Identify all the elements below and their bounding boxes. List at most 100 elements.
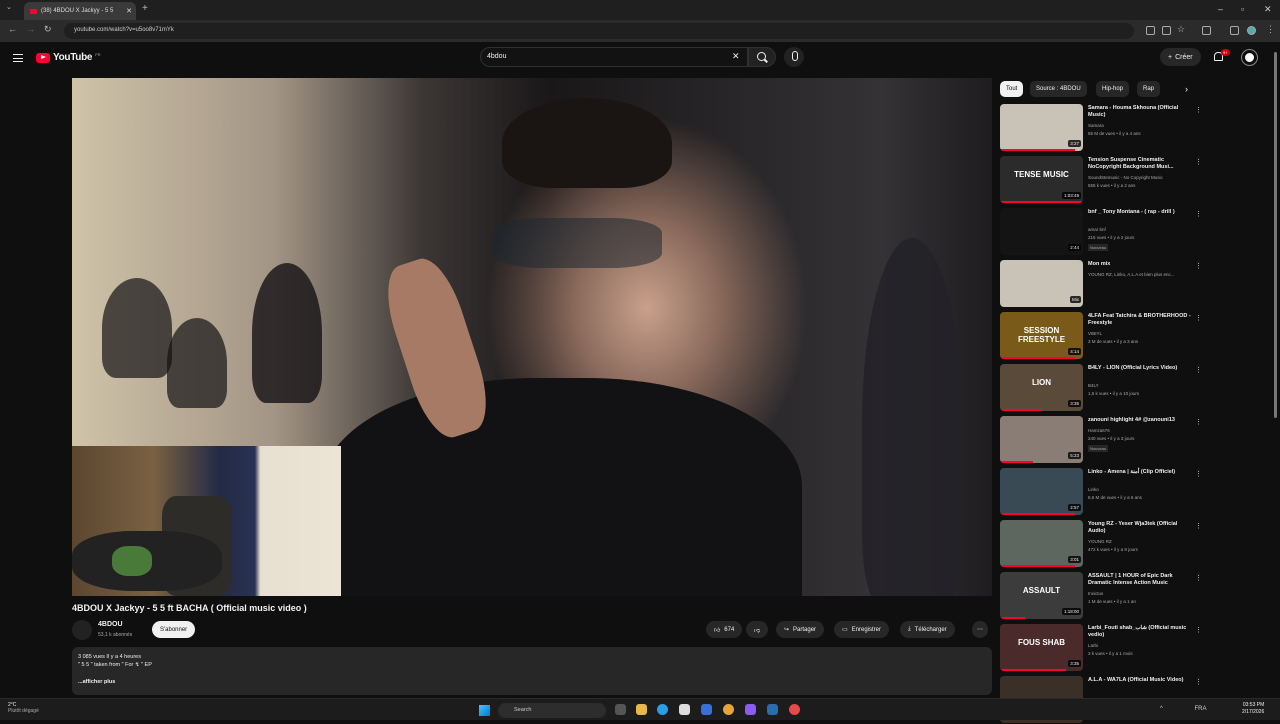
clear-search-icon[interactable]: ✕	[732, 51, 740, 62]
video-thumbnail[interactable]: Mix	[1000, 260, 1083, 307]
dislike-button[interactable]: 👎︎	[746, 621, 769, 638]
search-button[interactable]	[748, 47, 776, 67]
recommendation-item[interactable]: SESSION FREESTYLE 4:14 4LFA Feat Tatchira …	[1000, 312, 1212, 360]
reload-icon[interactable]: ↻	[44, 24, 52, 35]
video-player[interactable]	[72, 78, 992, 596]
recommendation-title[interactable]: ASSAULT | 1 HOUR of Epic Dark Dramatic I…	[1088, 573, 1192, 587]
recommendation-channel[interactable]: VIBIYL	[1088, 331, 1102, 336]
chip-all[interactable]: Tout	[1000, 81, 1024, 97]
video-thumbnail[interactable]: TENSE MUSIC 1:03:49	[1000, 156, 1083, 203]
back-icon[interactable]: ←	[8, 24, 17, 34]
recommendation-item[interactable]: TENSE MUSIC 1:03:49 Tension Suspense Cinem…	[1000, 156, 1212, 204]
more-options-icon[interactable]: ⋮	[1195, 626, 1202, 634]
weather-widget[interactable]: 2°C Plutôt dégagé	[8, 702, 39, 714]
recommendation-channel[interactable]: YOUNG RZ, Linko, A.L.A et bien plus enc.…	[1088, 272, 1175, 277]
search-input[interactable]: 4bdou	[480, 47, 748, 67]
steam-icon[interactable]	[767, 704, 778, 715]
recommendation-title[interactable]: B4LY - LION (Official Lyrics Video)	[1088, 365, 1192, 372]
tray-chevron-icon[interactable]: ^	[1160, 706, 1163, 712]
recommendation-item[interactable]: 3:01 Young RZ - Yeser Wja3tek (Official A…	[1000, 520, 1212, 568]
recommendation-title[interactable]: bnf _ Tony Montana - ( rap - drill )	[1088, 209, 1192, 216]
chips-next-icon[interactable]: ›	[1185, 84, 1188, 94]
app-icon[interactable]	[745, 704, 756, 715]
recommendation-item[interactable]: 2:57 Linko - Amena | أمنة (Clip Officiel)…	[1000, 468, 1212, 516]
extensions-icon[interactable]	[1202, 26, 1211, 35]
more-options-icon[interactable]: ⋮	[1195, 678, 1202, 686]
recommendation-channel[interactable]: amar bnf	[1088, 227, 1106, 232]
forward-icon[interactable]: →	[26, 24, 35, 34]
scrollbar-thumb[interactable]	[1274, 52, 1277, 418]
more-options-icon[interactable]: ⋮	[1195, 210, 1202, 218]
tab-search-icon[interactable]: ⌄	[6, 3, 12, 11]
recommendation-channel[interactable]: Samara	[1088, 123, 1104, 128]
video-thumbnail[interactable]: 2:57	[1000, 468, 1083, 515]
url-input[interactable]: youtube.com/watch?v=u5oo8v71mYk	[64, 23, 1134, 39]
video-thumbnail[interactable]: 2:44	[1000, 208, 1083, 255]
taskbar-search[interactable]: Search	[498, 703, 606, 718]
more-options-icon[interactable]: ⋮	[1195, 418, 1202, 426]
channel-name[interactable]: 4BDOU	[98, 621, 123, 628]
recommendation-item[interactable]: 5:23 zanouni highlight 4# @zanouni13 Hamza…	[1000, 416, 1212, 464]
chip-rap[interactable]: Rap	[1137, 81, 1161, 97]
more-options-icon[interactable]: ⋮	[1195, 314, 1202, 322]
recommendation-title[interactable]: Samara - Houma Skhouna (Official Music)	[1088, 105, 1192, 119]
recommendation-item[interactable]: Mix Mon mix YOUNG RZ, Linko, A.L.A et bien…	[1000, 260, 1212, 308]
file-explorer-icon[interactable]	[636, 704, 647, 715]
minimize-icon[interactable]: –	[1218, 4, 1223, 14]
recommendation-channel[interactable]: Hamza676	[1088, 428, 1110, 433]
recommendation-channel[interactable]: B4LY	[1088, 383, 1099, 388]
start-button[interactable]	[479, 705, 490, 716]
more-options-icon[interactable]: ⋮	[1195, 366, 1202, 374]
new-tab-icon[interactable]: +	[142, 3, 148, 14]
recommendation-item[interactable]: 3:27 Samara - Houma Skhouna (Official Mus…	[1000, 104, 1212, 152]
recommendation-channel[interactable]: Larbi	[1088, 643, 1098, 648]
more-options-icon[interactable]: ⋮	[1195, 522, 1202, 530]
recommendation-title[interactable]: Tension Suspense Cinematic NoCopyright B…	[1088, 157, 1192, 171]
download-button[interactable]: ⤓ Télécharger	[900, 621, 955, 638]
more-options-icon[interactable]: ⋮	[1195, 470, 1202, 478]
recommendation-title[interactable]: Mon mix	[1088, 261, 1192, 268]
recommendation-item[interactable]: ASSAULT 1:18:00 ASSAULT | 1 HOUR of Epic D…	[1000, 572, 1212, 620]
account-avatar[interactable]	[1242, 50, 1257, 65]
more-options-icon[interactable]: ⋮	[1195, 574, 1202, 582]
translate-icon[interactable]	[1146, 26, 1155, 35]
video-thumbnail[interactable]: ASSAULT 1:18:00	[1000, 572, 1083, 619]
video-thumbnail[interactable]: 5:23	[1000, 416, 1083, 463]
subscribe-button[interactable]: S'abonner	[152, 621, 196, 638]
like-button[interactable]: 👍︎ 674	[706, 621, 743, 638]
create-button[interactable]: + Créer	[1160, 48, 1201, 66]
language-indicator[interactable]: FRA	[1195, 706, 1207, 712]
system-tray[interactable]: ^ FRA	[1160, 706, 1207, 712]
browser-menu-icon[interactable]: ⋮	[1266, 24, 1275, 35]
downloads-icon[interactable]	[1230, 26, 1239, 35]
recommendation-channel[interactable]: SoundStemusic - No Copyright Music	[1088, 175, 1163, 180]
profile-icon[interactable]	[1247, 26, 1256, 35]
cast-icon[interactable]	[1162, 26, 1171, 35]
hamburger-menu-icon[interactable]	[13, 54, 23, 62]
more-actions-button[interactable]: ⋯	[972, 621, 988, 638]
recommendation-title[interactable]: Young RZ - Yeser Wja3tek (Official Audio…	[1088, 521, 1192, 535]
store-icon[interactable]	[679, 704, 690, 715]
close-window-icon[interactable]: ✕	[1264, 4, 1272, 15]
chip-hiphop[interactable]: Hip-hop	[1096, 81, 1130, 97]
youtube-logo[interactable]: YouTube FR	[36, 52, 101, 63]
video-thumbnail[interactable]: SESSION FREESTYLE 4:14	[1000, 312, 1083, 359]
browser-tab[interactable]: (38) 4BDOU X Jackyy - 5 5 ✕	[24, 2, 136, 20]
recording-app-icon[interactable]	[789, 704, 800, 715]
recommendation-item[interactable]: 2:44 bnf _ Tony Montana - ( rap - drill )…	[1000, 208, 1212, 256]
recommendation-item[interactable]: FOUS SHAB 3:35 Larbi_Fouti shab_شاب (Offic…	[1000, 624, 1212, 672]
video-thumbnail[interactable]: 3:27	[1000, 104, 1083, 151]
more-options-icon[interactable]: ⋮	[1195, 158, 1202, 166]
task-view-icon[interactable]	[615, 704, 626, 715]
recommendation-channel[interactable]: YOUNG RZ	[1088, 539, 1112, 544]
voice-search-icon[interactable]	[784, 47, 804, 67]
recommendation-title[interactable]: A.L.A - WA7LA (Official Music Video)	[1088, 677, 1192, 684]
video-thumbnail[interactable]: 3:01	[1000, 520, 1083, 567]
system-clock[interactable]: 03:53 PM 2/17/2026	[1242, 702, 1264, 716]
share-button[interactable]: ↪ Partager	[776, 621, 825, 638]
save-button[interactable]: ▭ Enregistrer	[834, 621, 890, 638]
recommendation-title[interactable]: Larbi_Fouti shab_شاب (Official music ved…	[1088, 625, 1192, 639]
recommendation-title[interactable]: zanouni highlight 4# @zanouni13	[1088, 417, 1192, 424]
video-thumbnail[interactable]: LION 3:35	[1000, 364, 1083, 411]
channel-avatar[interactable]	[72, 620, 92, 640]
